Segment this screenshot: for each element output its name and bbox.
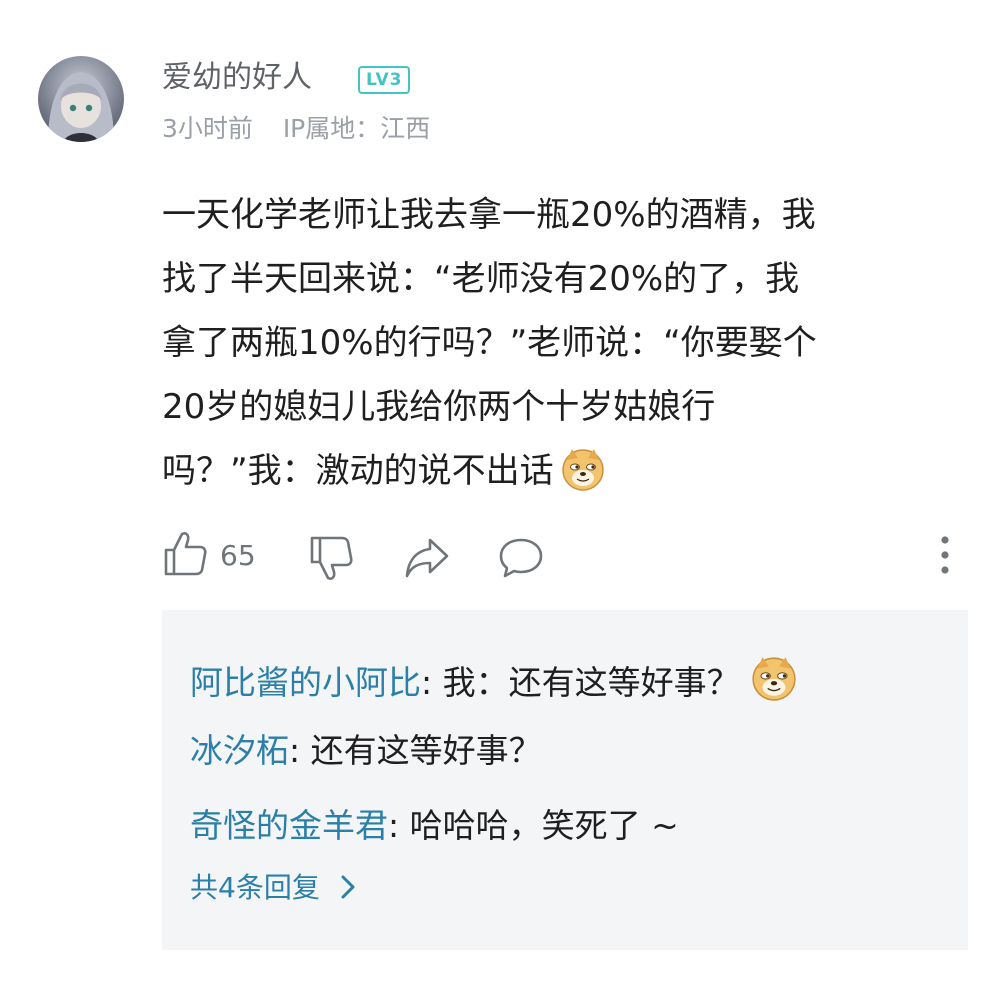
- content-line: 拿了两瓶10%的行吗？”老师说：“你要娶个: [162, 323, 817, 363]
- reply-item[interactable]: 奇怪的金羊君: 哈哈哈，笑死了 ~: [190, 800, 679, 852]
- action-bar: 65: [0, 528, 1000, 584]
- comment-content: 一天化学老师让我去拿一瓶20%的酒精，我 找了半天回来说：“老师没有20%的了，…: [162, 183, 962, 503]
- reply-author[interactable]: 奇怪的金羊君: [190, 806, 388, 845]
- chevron-right-icon: [339, 870, 357, 914]
- comment-meta: 3小时前 IP属地：江西: [162, 112, 430, 146]
- content-line: 20岁的媳妇儿我给你两个十岁姑娘行: [162, 387, 716, 427]
- doge-emoji-icon: [750, 654, 798, 702]
- more-replies-label: 共4条回复: [190, 871, 320, 904]
- like-count: 65: [220, 539, 256, 572]
- reply-author[interactable]: 冰汐柘: [190, 731, 289, 770]
- thumb-up-icon[interactable]: [162, 528, 208, 578]
- content-line: 找了半天回来说：“老师没有20%的了，我: [162, 259, 800, 299]
- ip-location: IP属地：江西: [282, 114, 431, 143]
- comment-card: 爱幼的好人 LV3 3小时前 IP属地：江西 一天化学老师让我去拿一瓶20%的酒…: [0, 0, 1000, 983]
- more-vertical-icon[interactable]: [935, 534, 955, 578]
- avatar[interactable]: [38, 56, 124, 142]
- more-replies-link[interactable]: 共4条回复: [190, 866, 357, 914]
- share-icon[interactable]: [404, 536, 450, 580]
- reply-text: : 还有这等好事？: [289, 731, 542, 770]
- content-line-last: 吗？”我：激动的说不出话: [162, 439, 962, 503]
- doge-emoji-icon: [560, 446, 606, 492]
- comment-time: 3小时前: [162, 114, 253, 143]
- reply-text: : 哈哈哈，笑死了 ~: [388, 806, 679, 845]
- comment-icon[interactable]: [498, 536, 544, 580]
- level-badge: LV3: [358, 66, 411, 94]
- reply-author[interactable]: 阿比酱的小阿比: [190, 663, 421, 702]
- reply-text: : 我：还有这等好事？: [421, 663, 740, 702]
- content-line: 吗？”我：激动的说不出话: [162, 451, 554, 491]
- reply-item[interactable]: 阿比酱的小阿比: 我：还有这等好事？: [190, 654, 798, 709]
- thumb-down-icon[interactable]: [308, 534, 354, 584]
- content-line: 一天化学老师让我去拿一瓶20%的酒精，我: [162, 195, 816, 235]
- reply-item[interactable]: 冰汐柘: 还有这等好事？: [190, 725, 542, 777]
- username[interactable]: 爱幼的好人: [162, 58, 312, 98]
